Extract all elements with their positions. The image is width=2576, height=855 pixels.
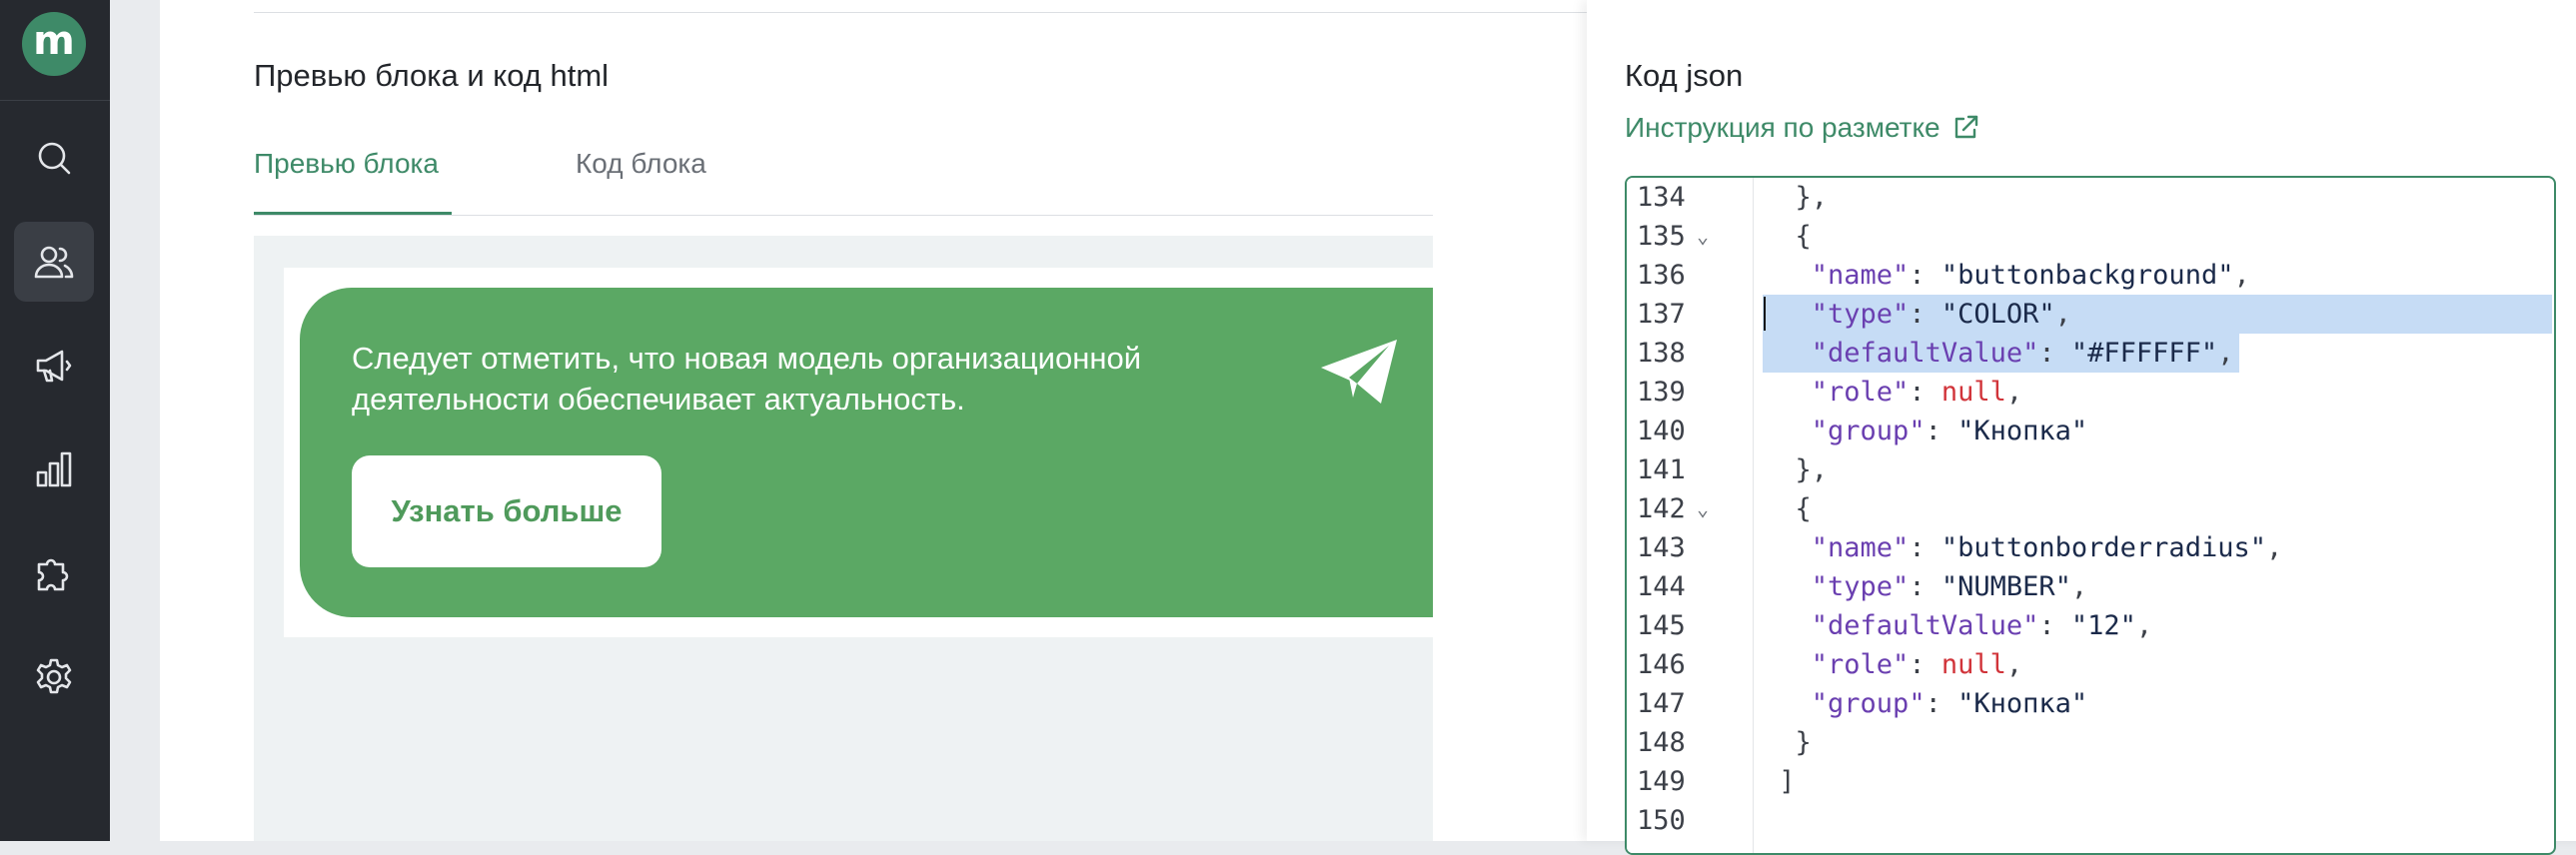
line-number: 135 <box>1637 221 1686 252</box>
users-icon <box>34 246 74 279</box>
line-code: "name": "buttonbackground", <box>1811 260 2250 291</box>
line-number: 149 <box>1637 766 1686 797</box>
nav-campaigns[interactable] <box>14 326 94 406</box>
app-logo[interactable]: m <box>22 12 86 76</box>
fold-chevron-icon[interactable]: ⌄ <box>1697 489 1709 528</box>
line-code: { <box>1763 493 1812 524</box>
tab-preview[interactable]: Превью блока <box>254 148 439 180</box>
code-line: 139 "role": null, <box>1627 373 2554 412</box>
line-number: 147 <box>1637 688 1686 719</box>
code-line: 142 ⌄ { <box>1627 489 2554 528</box>
json-section-title: Код json <box>1625 58 1744 93</box>
external-link-icon <box>1954 115 1977 139</box>
gear-icon <box>36 658 72 694</box>
line-number: 145 <box>1637 610 1686 641</box>
fold-chevron-icon[interactable]: ⌄ <box>1697 217 1709 256</box>
main-panel: Превью блока и код html Превью блока Код… <box>160 0 2576 855</box>
nav-settings[interactable] <box>14 637 94 717</box>
line-code: } <box>1763 727 1812 758</box>
code-line: 149 ] <box>1627 762 2554 801</box>
markup-instructions-label: Инструкция по разметке <box>1625 112 1940 143</box>
preview-card: Следует отметить, что новая модель орган… <box>284 268 1433 637</box>
line-number: 146 <box>1637 649 1686 680</box>
line-number: 148 <box>1637 727 1686 758</box>
line-number: 134 <box>1637 182 1686 213</box>
code-line: 137 "type": "COLOR", <box>1627 295 2554 334</box>
line-code: { <box>1763 221 1812 252</box>
line-code: "name": "buttonborderradius", <box>1811 532 2283 563</box>
code-line: 136 "name": "buttonbackground", <box>1627 256 2554 295</box>
banner-text: Следует отметить, что новая модель орган… <box>352 341 1142 417</box>
line-code: "group": "Кнопка" <box>1811 416 2088 446</box>
code-line: 135 ⌄ { <box>1627 217 2554 256</box>
line-number: 139 <box>1637 377 1686 408</box>
preview-section-title: Превью блока и код html <box>254 58 610 93</box>
line-number: 142 <box>1637 493 1686 524</box>
tab-code[interactable]: Код блока <box>576 148 706 180</box>
json-panel: Код json Инструкция по разметке 134 }, 13… <box>1587 0 2576 855</box>
nav-users[interactable] <box>14 222 94 302</box>
learn-more-button[interactable]: Узнать больше <box>352 455 661 567</box>
code-line: 138 "defaultValue": "#FFFFFF", <box>1627 334 2554 373</box>
code-line: 140 "group": "Кнопка" <box>1627 412 2554 450</box>
code-line: 148 } <box>1627 723 2554 762</box>
line-number: 137 <box>1637 299 1686 330</box>
paper-plane-icon <box>1321 340 1397 404</box>
markup-instructions-link[interactable]: Инструкция по разметке <box>1625 112 1980 144</box>
puzzle-icon <box>37 558 69 591</box>
line-code: }, <box>1763 182 1829 213</box>
code-line: 141 }, <box>1627 450 2554 489</box>
line-code: "role": null, <box>1811 649 2023 680</box>
line-number: 141 <box>1637 454 1686 485</box>
line-number: 138 <box>1637 338 1686 369</box>
code-line: 150 <box>1627 801 2554 840</box>
line-code: "type": "NUMBER", <box>1811 571 2088 602</box>
line-number: 140 <box>1637 416 1686 446</box>
sidebar-divider <box>0 100 110 101</box>
sidebar: m <box>0 0 110 841</box>
code-line: 143 "name": "buttonborderradius", <box>1627 528 2554 567</box>
code-line: 134 }, <box>1627 178 2554 217</box>
code-line: 145 "defaultValue": "12", <box>1627 606 2554 645</box>
code-line: 147 "group": "Кнопка" <box>1627 684 2554 723</box>
code-line: 146 "role": null, <box>1627 645 2554 684</box>
nav-search[interactable] <box>14 118 94 198</box>
line-number: 150 <box>1637 805 1686 836</box>
active-tab-indicator <box>254 212 452 215</box>
promo-banner: Следует отметить, что новая модель орган… <box>300 288 1433 617</box>
logo-letter: m <box>33 18 75 64</box>
line-code: "defaultValue": "12", <box>1811 610 2153 641</box>
line-code: "group": "Кнопка" <box>1811 688 2088 719</box>
preview-tabs: Превью блока Код блока <box>254 130 1433 216</box>
search-icon <box>38 142 71 175</box>
nav-integrations[interactable] <box>14 533 94 613</box>
preview-area: Следует отметить, что новая модель орган… <box>254 236 1433 841</box>
line-number: 144 <box>1637 571 1686 602</box>
line-number: 136 <box>1637 260 1686 291</box>
megaphone-icon <box>36 350 72 383</box>
line-code: }, <box>1763 454 1829 485</box>
line-code: "role": null, <box>1811 377 2023 408</box>
json-code-editor[interactable]: 134 }, 135 ⌄ {136 "name": "buttonbackgroun… <box>1625 176 2556 855</box>
line-code: ] <box>1763 766 1796 797</box>
line-number: 143 <box>1637 532 1686 563</box>
code-line: 144 "type": "NUMBER", <box>1627 567 2554 606</box>
line-code: "defaultValue": "#FFFFFF", <box>1811 338 2234 369</box>
nav-analytics[interactable] <box>14 429 94 509</box>
tabs-divider <box>254 215 1433 216</box>
bar-chart-icon <box>36 451 72 487</box>
line-code: "type": "COLOR", <box>1811 299 2071 330</box>
